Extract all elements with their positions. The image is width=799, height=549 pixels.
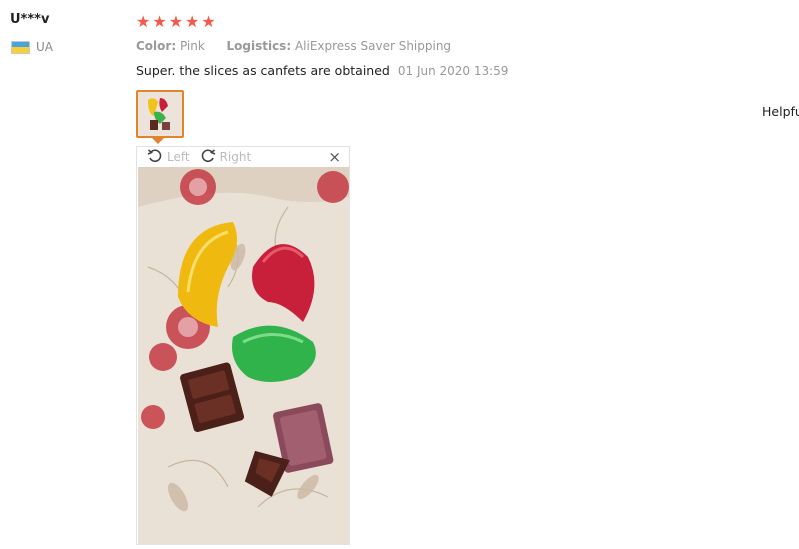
reviewer-name: U***v (10, 12, 50, 27)
star-icon: ★ (168, 12, 184, 31)
review-photo (138, 167, 349, 544)
ukraine-flag-icon (11, 40, 30, 54)
country-code: UA (36, 40, 53, 54)
color-value: Pink (179, 39, 205, 53)
star-icon: ★ (201, 12, 216, 31)
logistics-value: AliExpress Saver Shipping (294, 39, 452, 53)
helpful-label[interactable]: Helpfu (762, 104, 799, 119)
thumbnail-pointer (152, 138, 164, 144)
star-icon: ★ (136, 12, 151, 31)
review-text: Super. the slices as canfets are obtaine… (136, 63, 390, 78)
rotate-right-icon (200, 148, 216, 167)
logistics-label: Logistics: (226, 39, 292, 53)
rotate-left-icon (147, 148, 163, 167)
review-photo-thumbnail[interactable] (136, 90, 184, 138)
photo-viewer: Left Right × (136, 146, 350, 545)
review-body: Super. the slices as canfets are obtaine… (136, 63, 508, 78)
star-icon: ★ (152, 12, 167, 31)
reviewer-country: UA (11, 40, 53, 54)
review-date: 01 Jun 2020 13:59 (397, 64, 509, 78)
rotate-left-button[interactable]: Left (147, 148, 190, 167)
star-icon: ★ (185, 12, 200, 31)
review-meta: Color: Pink Logistics: AliExpress Saver … (136, 39, 451, 53)
close-icon[interactable]: × (328, 149, 341, 165)
rotate-right-button[interactable]: Right (200, 148, 252, 167)
rating-stars: ★ ★ ★ ★ ★ (136, 13, 216, 31)
viewer-toolbar: Left Right × (137, 147, 349, 167)
rotate-right-label: Right (219, 150, 252, 164)
rotate-left-label: Left (167, 150, 190, 164)
color-label: Color: (136, 39, 177, 53)
